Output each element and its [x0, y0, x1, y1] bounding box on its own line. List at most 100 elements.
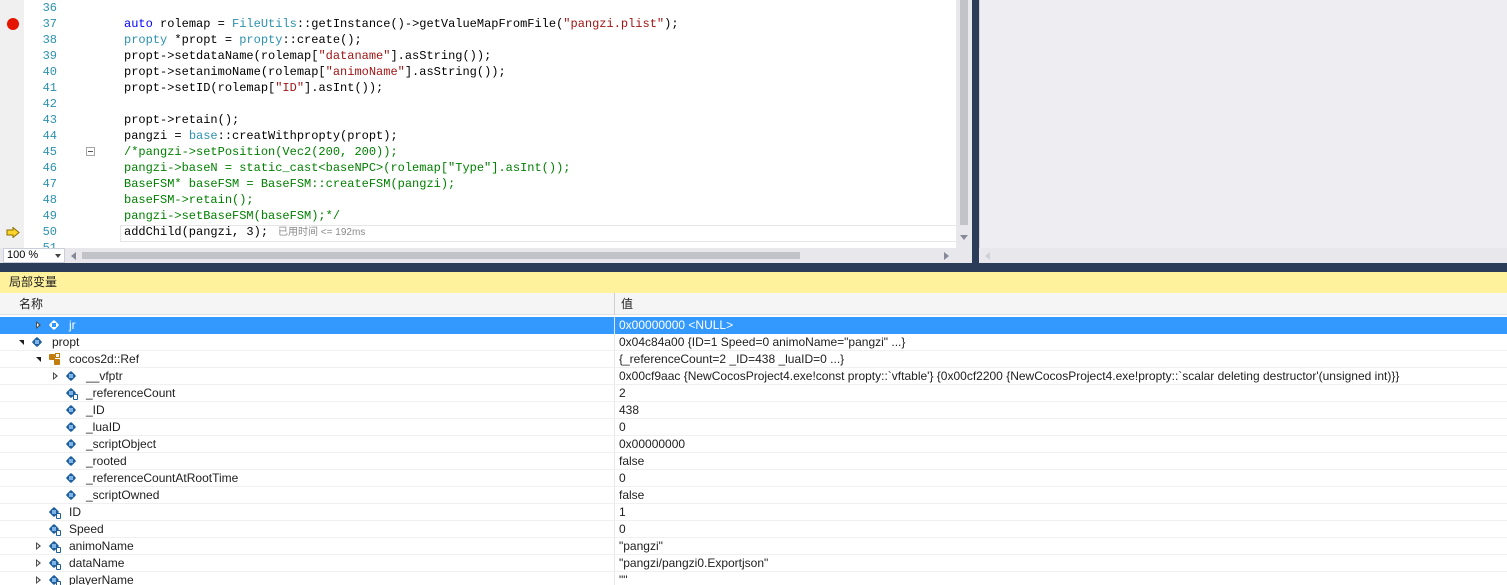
code-token: "dataname": [318, 49, 391, 63]
code-area[interactable]: 36 37 auto rolemap = FileUtils::getInstanc…: [24, 0, 956, 248]
locals-row[interactable]: _rooted false: [0, 453, 1507, 470]
scroll-down-arrow-icon[interactable]: [960, 235, 968, 240]
variable-value[interactable]: 2: [619, 385, 626, 402]
expanded-arrow-icon[interactable]: [19, 340, 24, 345]
code-line[interactable]: 41 propt->setID(rolemap["ID"].asInt());: [24, 80, 956, 96]
code-line[interactable]: 45 /*pangzi->setPosition(Vec2(200, 200));: [24, 144, 956, 160]
line-number: 41: [42, 81, 57, 95]
collapsed-arrow-icon[interactable]: [36, 559, 41, 567]
perf-tip[interactable]: 已用时间 <= 192ms: [278, 227, 365, 238]
code-token: pangzi->setBaseFSM(baseFSM);*/: [124, 209, 341, 223]
locals-window: 局部变量 名称 值 jr 0x00000000 <NULL> propt 0x04c8…: [0, 272, 1507, 585]
locals-row[interactable]: _ID 438: [0, 402, 1507, 419]
locals-row[interactable]: Speed 0: [0, 521, 1507, 538]
variable-value[interactable]: 0x00000000: [619, 436, 685, 453]
locals-row[interactable]: animoName "pangzi": [0, 538, 1507, 555]
pane-horizontal-scrollbar[interactable]: [979, 248, 1507, 263]
scroll-right-arrow-icon[interactable]: [944, 252, 949, 260]
locals-row[interactable]: propt 0x04c84a00 {ID=1 Speed=0 animoName=…: [0, 334, 1507, 351]
editor-bottom-bar: 100 %: [0, 248, 972, 263]
column-header-value[interactable]: 值: [621, 293, 633, 315]
code-line[interactable]: 38 propty *propt = propty::create();: [24, 32, 956, 48]
horizontal-scroll-thumb[interactable]: [82, 252, 800, 259]
collapsed-arrow-icon[interactable]: [36, 576, 41, 584]
code-line[interactable]: 49 pangzi->setBaseFSM(baseFSM);*/: [24, 208, 956, 224]
variable-name: ID: [69, 505, 81, 519]
code-token: ::create();: [282, 33, 362, 47]
code-line[interactable]: 43 propt->retain();: [24, 112, 956, 128]
variable-name: __vfptr: [86, 369, 123, 383]
code-editor[interactable]: 36 37 auto rolemap = FileUtils::getInstanc…: [0, 0, 972, 263]
variable-value[interactable]: false: [619, 487, 644, 504]
column-header-name[interactable]: 名称: [19, 293, 43, 315]
locals-row[interactable]: _referenceCountAtRootTime 0: [0, 470, 1507, 487]
line-number: 50: [42, 225, 57, 239]
variable-value[interactable]: 0x00000000 <NULL>: [619, 317, 733, 334]
expanded-arrow-icon[interactable]: [36, 357, 41, 362]
code-line[interactable]: 51: [24, 240, 956, 248]
code-token: auto: [124, 17, 153, 31]
locals-row[interactable]: _luaID 0: [0, 419, 1507, 436]
column-resize-handle[interactable]: [614, 293, 615, 315]
locals-title[interactable]: 局部变量: [0, 272, 1507, 293]
locals-row[interactable]: __vfptr 0x00cf9aac {NewCocosProject4.exe!…: [0, 368, 1507, 385]
breakpoint-icon[interactable]: [7, 18, 19, 30]
variable-value[interactable]: 0x04c84a00 {ID=1 Speed=0 animoName="pang…: [619, 334, 905, 351]
code-line[interactable]: 46 pangzi->baseN = static_cast<baseNPC>(r…: [24, 160, 956, 176]
code-line[interactable]: 42: [24, 96, 956, 112]
split-editor-pane[interactable]: [979, 0, 1507, 263]
variable-value[interactable]: {_referenceCount=2 _ID=438 _luaID=0 ...}: [619, 351, 844, 368]
variable-value[interactable]: 1: [619, 504, 626, 521]
variable-value[interactable]: "pangzi/pangzi0.Exportjson": [619, 555, 768, 572]
variable-value[interactable]: false: [619, 453, 644, 470]
glyph-margin[interactable]: [0, 0, 24, 248]
property-variable-icon: [48, 523, 61, 536]
variable-value[interactable]: 0: [619, 470, 626, 487]
line-number: 45: [42, 145, 57, 159]
collapse-region-icon[interactable]: [86, 147, 95, 156]
code-line[interactable]: 39 propt->setdataName(rolemap["dataname"]…: [24, 48, 956, 64]
code-line[interactable]: 37 auto rolemap = FileUtils::getInstance(…: [24, 16, 956, 32]
locals-row[interactable]: jr 0x00000000 <NULL>: [0, 317, 1507, 334]
variable-value[interactable]: 0: [619, 419, 626, 436]
collapsed-arrow-icon[interactable]: [36, 321, 41, 329]
code-line[interactable]: 44 pangzi = base::creatWithpropty(propt);: [24, 128, 956, 144]
cell-divider: [614, 368, 615, 385]
variable-name: propt: [52, 335, 80, 349]
code-text: propt->setanimoName(rolemap["animoName"]…: [124, 64, 506, 80]
locals-row[interactable]: playerName "": [0, 572, 1507, 585]
variable-name: _scriptObject: [86, 437, 157, 451]
scroll-left-arrow-icon[interactable]: [71, 252, 76, 260]
variable-name: jr: [69, 318, 76, 332]
code-token: baseFSM->retain();: [124, 193, 254, 207]
locals-row[interactable]: _scriptOwned false: [0, 487, 1507, 504]
code-line[interactable]: 47 BaseFSM* baseFSM = BaseFSM::createFSM(…: [24, 176, 956, 192]
locals-row[interactable]: dataName "pangzi/pangzi0.Exportjson": [0, 555, 1507, 572]
variable-name: _ID: [86, 403, 105, 417]
code-token: propty: [239, 33, 283, 47]
collapsed-arrow-icon[interactable]: [53, 372, 58, 380]
vertical-scroll-thumb[interactable]: [960, 0, 968, 225]
variable-value[interactable]: 438: [619, 402, 639, 419]
line-number: 47: [42, 177, 57, 191]
zoom-select[interactable]: 100 %: [3, 248, 65, 263]
property-variable-icon: [65, 387, 78, 400]
code-line[interactable]: 48 baseFSM->retain();: [24, 192, 956, 208]
scroll-left-arrow-icon[interactable]: [985, 252, 990, 260]
collapsed-arrow-icon[interactable]: [36, 542, 41, 550]
code-token: addChild(pangzi, 3);: [124, 225, 269, 239]
variable-value[interactable]: 0: [619, 521, 626, 538]
property-variable-icon: [48, 557, 61, 570]
code-line[interactable]: 36: [24, 0, 956, 16]
locals-row[interactable]: ID 1: [0, 504, 1507, 521]
variable-value[interactable]: "pangzi": [619, 538, 663, 555]
code-line[interactable]: 50 addChild(pangzi, 3); 已用时间 <= 192ms: [24, 224, 956, 240]
code-text: BaseFSM* baseFSM = BaseFSM::createFSM(pa…: [124, 176, 455, 192]
variable-value[interactable]: "": [619, 572, 628, 585]
locals-row[interactable]: _referenceCount 2: [0, 385, 1507, 402]
editor-vertical-scrollbar[interactable]: [956, 0, 972, 248]
locals-row[interactable]: cocos2d::Ref {_referenceCount=2 _ID=438 _…: [0, 351, 1507, 368]
variable-value[interactable]: 0x00cf9aac {NewCocosProject4.exe!const p…: [619, 368, 1399, 385]
code-line[interactable]: 40 propt->setanimoName(rolemap["animoName…: [24, 64, 956, 80]
locals-row[interactable]: _scriptObject 0x00000000: [0, 436, 1507, 453]
